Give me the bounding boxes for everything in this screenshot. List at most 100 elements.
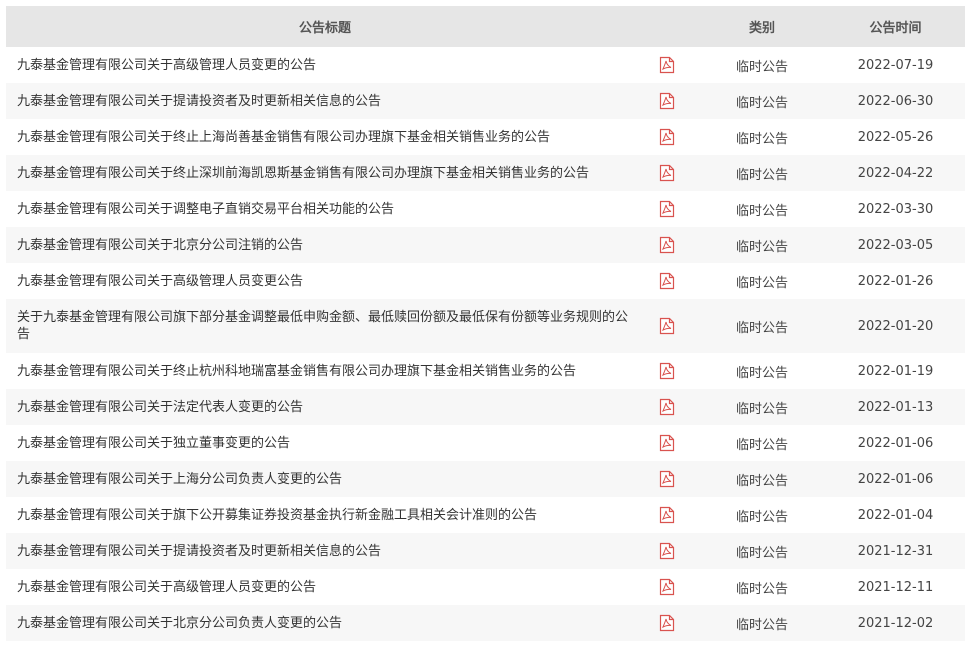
table-row: 九泰基金管理有限公司关于提请投资者及时更新相关信息的公告 临时公告 2021-12-… bbox=[6, 533, 965, 569]
announcement-title-link[interactable]: 九泰基金管理有限公司关于独立董事变更的公告 bbox=[17, 436, 290, 451]
row-category: 临时公告 bbox=[735, 239, 788, 255]
table-row: 九泰基金管理有限公司关于北京分公司注销的公告 临时公告 2022-03-05 bbox=[6, 227, 965, 263]
row-icon-cell bbox=[644, 191, 698, 227]
table-row: 九泰基金管理有限公司关于终止上海尚善基金销售有限公司办理旗下基金相关销售业务的公… bbox=[6, 119, 965, 155]
pdf-icon[interactable] bbox=[659, 128, 675, 146]
announcement-title-link[interactable]: 九泰基金管理有限公司关于提请投资者及时更新相关信息的公告 bbox=[17, 544, 381, 559]
pdf-icon[interactable] bbox=[659, 92, 675, 110]
row-date: 2022-01-06 bbox=[857, 435, 934, 451]
table-row: 九泰基金管理有限公司关于高级管理人员变更的公告 临时公告 2022-07-19 bbox=[6, 47, 965, 83]
announcement-title-link[interactable]: 九泰基金管理有限公司关于旗下公开募集证券投资基金执行新金融工具相关会计准则的公告 bbox=[17, 508, 537, 523]
row-title-cell: 九泰基金管理有限公司关于调整电子直销交易平台相关功能的公告 bbox=[6, 191, 644, 227]
table-row: 九泰基金管理有限公司关于法定代表人变更的公告 临时公告 2022-01-13 bbox=[6, 389, 965, 425]
announcement-title-link[interactable]: 九泰基金管理有限公司关于终止杭州科地瑞富基金销售有限公司办理旗下基金相关销售业务… bbox=[17, 364, 576, 379]
table-row: 九泰基金管理有限公司关于高级管理人员变更公告 临时公告 2022-01-26 bbox=[6, 263, 965, 299]
announcement-title-link[interactable]: 九泰基金管理有限公司关于上海分公司负责人变更的公告 bbox=[17, 472, 342, 487]
row-icon-cell bbox=[644, 155, 698, 191]
pdf-icon[interactable] bbox=[659, 362, 675, 380]
header-date: 公告时间 bbox=[869, 21, 922, 36]
row-icon-cell bbox=[644, 299, 698, 353]
row-category: 临时公告 bbox=[735, 203, 788, 219]
table-row: 九泰基金管理有限公司关于北京分公司负责人变更的公告 临时公告 2021-12-02 bbox=[6, 605, 965, 641]
row-date: 2022-06-30 bbox=[857, 93, 934, 109]
announcement-title-link[interactable]: 九泰基金管理有限公司关于法定代表人变更的公告 bbox=[17, 400, 303, 415]
pdf-icon[interactable] bbox=[659, 506, 675, 524]
row-icon-cell bbox=[644, 227, 698, 263]
row-title-cell: 九泰基金管理有限公司关于高级管理人员变更公告 bbox=[6, 263, 644, 299]
table-row: 九泰基金管理有限公司关于上海分公司负责人变更的公告 临时公告 2022-01-06 bbox=[6, 461, 965, 497]
row-title-cell: 九泰基金管理有限公司关于法定代表人变更的公告 bbox=[6, 389, 644, 425]
row-date: 2021-12-02 bbox=[857, 615, 934, 631]
announcement-title-link[interactable]: 九泰基金管理有限公司关于北京分公司注销的公告 bbox=[17, 238, 303, 253]
table-row: 九泰基金管理有限公司关于终止深圳前海凯恩斯基金销售有限公司办理旗下基金相关销售业… bbox=[6, 155, 965, 191]
table-row: 九泰基金管理有限公司关于终止杭州科地瑞富基金销售有限公司办理旗下基金相关销售业务… bbox=[6, 353, 965, 389]
row-title-cell: 九泰基金管理有限公司关于终止杭州科地瑞富基金销售有限公司办理旗下基金相关销售业务… bbox=[6, 353, 644, 389]
table-header-row: 公告标题 类别 公告时间 bbox=[6, 6, 965, 47]
row-date: 2022-01-20 bbox=[857, 318, 934, 334]
table-row: 九泰基金管理有限公司关于旗下公开募集证券投资基金执行新金融工具相关会计准则的公告… bbox=[6, 497, 965, 533]
table-row: 九泰基金管理有限公司关于独立董事变更的公告 临时公告 2022-01-06 bbox=[6, 425, 965, 461]
row-date: 2022-01-13 bbox=[857, 399, 934, 415]
pdf-icon[interactable] bbox=[659, 578, 675, 596]
row-title-cell: 九泰基金管理有限公司关于北京分公司负责人变更的公告 bbox=[6, 605, 644, 641]
pdf-icon[interactable] bbox=[659, 542, 675, 560]
announcement-title-link[interactable]: 九泰基金管理有限公司关于调整电子直销交易平台相关功能的公告 bbox=[17, 202, 394, 217]
row-category: 临时公告 bbox=[735, 617, 788, 633]
row-category: 临时公告 bbox=[735, 365, 788, 381]
row-icon-cell bbox=[644, 119, 698, 155]
row-title-cell: 九泰基金管理有限公司关于独立董事变更的公告 bbox=[6, 425, 644, 461]
row-title-cell: 九泰基金管理有限公司关于北京分公司注销的公告 bbox=[6, 227, 644, 263]
pdf-icon[interactable] bbox=[659, 470, 675, 488]
table-row: 九泰基金管理有限公司关于高级管理人员变更的公告 临时公告 2021-12-11 bbox=[6, 569, 965, 605]
pdf-icon[interactable] bbox=[659, 317, 675, 335]
announcement-title-link[interactable]: 关于九泰基金管理有限公司旗下部分基金调整最低申购金额、最低赎回份额及最低保有份额… bbox=[17, 310, 628, 342]
row-title-cell: 九泰基金管理有限公司关于终止上海尚善基金销售有限公司办理旗下基金相关销售业务的公… bbox=[6, 119, 644, 155]
announcements-table: 公告标题 类别 公告时间 九泰基金管理有限公司关于高级管理人员变更的公告 临时公告… bbox=[6, 6, 965, 641]
row-icon-cell bbox=[644, 83, 698, 119]
row-icon-cell bbox=[644, 389, 698, 425]
row-category: 临时公告 bbox=[735, 131, 788, 147]
pdf-icon[interactable] bbox=[659, 236, 675, 254]
row-category: 临时公告 bbox=[735, 275, 788, 291]
pdf-icon[interactable] bbox=[659, 614, 675, 632]
row-date: 2022-07-19 bbox=[857, 57, 934, 73]
row-icon-cell bbox=[644, 569, 698, 605]
row-date: 2022-03-30 bbox=[857, 201, 934, 217]
table-row: 九泰基金管理有限公司关于调整电子直销交易平台相关功能的公告 临时公告 2022-03… bbox=[6, 191, 965, 227]
pdf-icon[interactable] bbox=[659, 56, 675, 74]
row-category: 临时公告 bbox=[735, 167, 788, 183]
row-title-cell: 关于九泰基金管理有限公司旗下部分基金调整最低申购金额、最低赎回份额及最低保有份额… bbox=[6, 299, 644, 353]
announcement-title-link[interactable]: 九泰基金管理有限公司关于终止上海尚善基金销售有限公司办理旗下基金相关销售业务的公… bbox=[17, 130, 550, 145]
row-category: 临时公告 bbox=[735, 509, 788, 525]
pdf-icon[interactable] bbox=[659, 164, 675, 182]
row-category: 临时公告 bbox=[735, 545, 788, 561]
row-title-cell: 九泰基金管理有限公司关于终止深圳前海凯恩斯基金销售有限公司办理旗下基金相关销售业… bbox=[6, 155, 644, 191]
row-title-cell: 九泰基金管理有限公司关于旗下公开募集证券投资基金执行新金融工具相关会计准则的公告 bbox=[6, 497, 644, 533]
row-title-cell: 九泰基金管理有限公司关于上海分公司负责人变更的公告 bbox=[6, 461, 644, 497]
row-icon-cell bbox=[644, 353, 698, 389]
pdf-icon[interactable] bbox=[659, 272, 675, 290]
row-title-cell: 九泰基金管理有限公司关于高级管理人员变更的公告 bbox=[6, 569, 644, 605]
announcement-title-link[interactable]: 九泰基金管理有限公司关于高级管理人员变更公告 bbox=[17, 274, 303, 289]
row-date: 2022-01-26 bbox=[857, 273, 934, 289]
row-date: 2022-01-19 bbox=[857, 363, 934, 379]
row-date: 2022-04-22 bbox=[857, 165, 934, 181]
announcement-title-link[interactable]: 九泰基金管理有限公司关于北京分公司负责人变更的公告 bbox=[17, 616, 342, 631]
row-icon-cell bbox=[644, 497, 698, 533]
announcement-title-link[interactable]: 九泰基金管理有限公司关于终止深圳前海凯恩斯基金销售有限公司办理旗下基金相关销售业… bbox=[17, 166, 589, 181]
row-title-cell: 九泰基金管理有限公司关于提请投资者及时更新相关信息的公告 bbox=[6, 533, 644, 569]
table-body: 九泰基金管理有限公司关于高级管理人员变更的公告 临时公告 2022-07-19 九泰基… bbox=[6, 47, 965, 641]
row-category: 临时公告 bbox=[735, 95, 788, 111]
announcement-title-link[interactable]: 九泰基金管理有限公司关于高级管理人员变更的公告 bbox=[17, 580, 316, 595]
header-icon-column bbox=[644, 6, 698, 47]
row-category: 临时公告 bbox=[735, 581, 788, 597]
pdf-icon[interactable] bbox=[659, 434, 675, 452]
pdf-icon[interactable] bbox=[659, 200, 675, 218]
row-date: 2022-05-26 bbox=[857, 129, 934, 145]
announcement-title-link[interactable]: 九泰基金管理有限公司关于高级管理人员变更的公告 bbox=[17, 58, 316, 73]
row-date: 2022-01-04 bbox=[857, 507, 934, 523]
row-date: 2021-12-11 bbox=[857, 579, 934, 595]
pdf-icon[interactable] bbox=[659, 398, 675, 416]
announcement-title-link[interactable]: 九泰基金管理有限公司关于提请投资者及时更新相关信息的公告 bbox=[17, 94, 381, 109]
row-category: 临时公告 bbox=[735, 473, 788, 489]
